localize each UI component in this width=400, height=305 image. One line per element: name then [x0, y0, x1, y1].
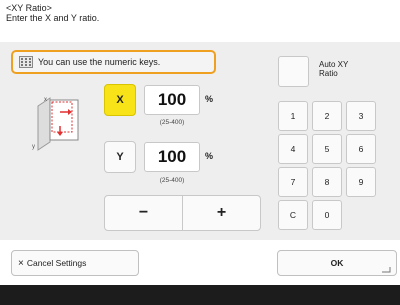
key-4[interactable]: 4 [278, 134, 308, 164]
bottom-bar [0, 285, 400, 305]
key-7[interactable]: 7 [278, 167, 308, 197]
page-instruction: Enter the X and Y ratio. [6, 13, 100, 23]
cancel-settings-button[interactable]: × Cancel Settings [11, 250, 139, 276]
minus-button[interactable]: − [105, 196, 182, 230]
x-ratio-input[interactable]: 100 [144, 85, 200, 115]
adjust-stepper: − + [104, 195, 261, 231]
auto-xy-ratio-button[interactable] [278, 56, 309, 87]
page-title: <XY Ratio> [6, 3, 52, 13]
svg-text:x: x [44, 97, 47, 103]
hint-box: You can use the numeric keys. [11, 50, 216, 74]
plus-button[interactable]: + [182, 196, 260, 230]
y-range: (25-400) [159, 177, 185, 184]
y-ratio-input[interactable]: 100 [144, 142, 200, 172]
key-9[interactable]: 9 [346, 167, 376, 197]
key-0[interactable]: 0 [312, 200, 342, 230]
x-axis-button[interactable]: X [104, 84, 136, 116]
key-3[interactable]: 3 [346, 101, 376, 131]
key-8[interactable]: 8 [312, 167, 342, 197]
xy-ratio-diagram-icon: x y [30, 92, 90, 152]
header: <XY Ratio> Enter the X and Y ratio. [6, 3, 99, 23]
x-unit: % [205, 94, 214, 104]
y-unit: % [205, 151, 214, 161]
hint-text: You can use the numeric keys. [38, 57, 161, 67]
key-clear[interactable]: C [278, 200, 308, 230]
keypad-icon [19, 56, 33, 68]
ok-button[interactable]: OK [277, 250, 397, 276]
auto-xy-ratio-label: Auto XY Ratio [319, 60, 349, 78]
close-icon: × [18, 257, 24, 269]
ok-label: OK [330, 258, 344, 268]
key-6[interactable]: 6 [346, 134, 376, 164]
key-5[interactable]: 5 [312, 134, 342, 164]
enter-corner-icon [382, 265, 391, 273]
y-axis-button[interactable]: Y [104, 141, 136, 173]
key-2[interactable]: 2 [312, 101, 342, 131]
cancel-settings-label: Cancel Settings [26, 258, 87, 268]
x-range: (25-400) [159, 119, 185, 126]
key-1[interactable]: 1 [278, 101, 308, 131]
svg-text:y: y [32, 144, 35, 150]
